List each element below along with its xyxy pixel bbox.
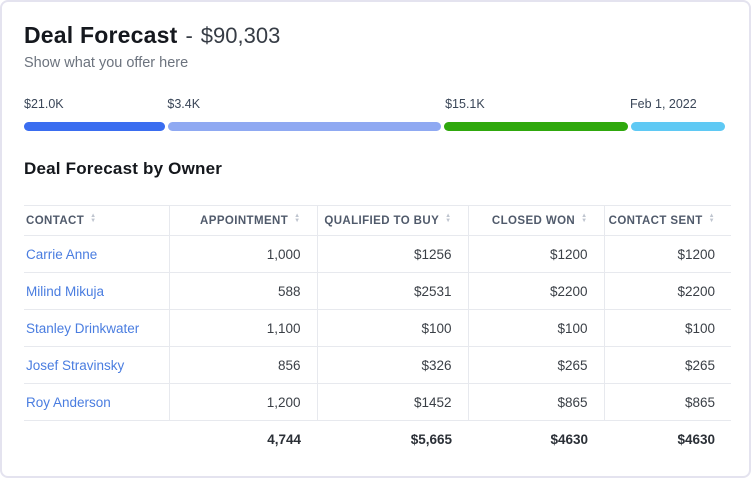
- cell-qualified-to-buy: $1256: [317, 236, 468, 273]
- cell-appointment: 1,100: [169, 310, 317, 347]
- column-header-closed-won[interactable]: Closed Won▲▼: [468, 206, 604, 236]
- table-row: Milind Mikuja 588 $2531 $2200 $2200: [24, 273, 731, 310]
- total-contact-sent: $4630: [604, 421, 731, 458]
- sort-icon[interactable]: ▲▼: [294, 214, 300, 224]
- table-row: Carrie Anne 1,000 $1256 $1200 $1200: [24, 236, 731, 273]
- column-header-contact-sent[interactable]: Contact Sent▲▼: [604, 206, 731, 236]
- progress-segment-3[interactable]: [444, 122, 627, 131]
- cell-contact-sent: $265: [604, 347, 731, 384]
- totals-empty-cell: [24, 421, 169, 458]
- cell-closed-won: $100: [468, 310, 604, 347]
- table-totals-row: 4,744 $5,665 $4630 $4630: [24, 421, 731, 458]
- cell-closed-won: $865: [468, 384, 604, 421]
- column-header-appointment[interactable]: Appointment▲▼: [169, 206, 317, 236]
- forecast-progress: $21.0K $3.4K $15.1K Feb 1, 2022: [24, 97, 727, 131]
- table-row: Stanley Drinkwater 1,100 $100 $100 $100: [24, 310, 731, 347]
- table-row: Roy Anderson 1,200 $1452 $865 $865: [24, 384, 731, 421]
- cell-qualified-to-buy: $100: [317, 310, 468, 347]
- progress-segment-4[interactable]: [631, 122, 726, 131]
- cell-qualified-to-buy: $2531: [317, 273, 468, 310]
- segment-label-1: $21.0K: [24, 97, 64, 111]
- title-separator: -: [185, 23, 192, 49]
- cell-contact-sent: $2200: [604, 273, 731, 310]
- column-header-qualified-to-buy[interactable]: Qualified to Buy▲▼: [317, 206, 468, 236]
- progress-segment-1[interactable]: [24, 122, 165, 131]
- forecast-amount: $90,303: [201, 23, 281, 49]
- page-subtitle: Show what you offer here: [24, 55, 727, 71]
- cell-appointment: 588: [169, 273, 317, 310]
- progress-bar: [24, 122, 727, 131]
- page-title: Deal Forecast: [24, 22, 177, 49]
- cell-closed-won: $265: [468, 347, 604, 384]
- segment-label-3: $15.1K: [445, 97, 485, 111]
- sort-icon[interactable]: ▲▼: [709, 214, 715, 224]
- sort-icon[interactable]: ▲▼: [90, 214, 96, 224]
- table-header-row: Contact▲▼ Appointment▲▼ Qualified to Buy…: [24, 206, 731, 236]
- segment-label-2: $3.4K: [167, 97, 200, 111]
- contact-link[interactable]: Roy Anderson: [26, 395, 111, 410]
- cell-closed-won: $1200: [468, 236, 604, 273]
- contact-link[interactable]: Stanley Drinkwater: [26, 321, 139, 336]
- cell-qualified-to-buy: $326: [317, 347, 468, 384]
- cell-closed-won: $2200: [468, 273, 604, 310]
- segment-label-4: Feb 1, 2022: [630, 97, 697, 111]
- deal-forecast-table: Contact▲▼ Appointment▲▼ Qualified to Buy…: [24, 205, 731, 458]
- cell-appointment: 856: [169, 347, 317, 384]
- sort-icon[interactable]: ▲▼: [581, 214, 587, 224]
- page-title-line: Deal Forecast - $90,303: [24, 22, 727, 49]
- contact-link[interactable]: Carrie Anne: [26, 247, 97, 262]
- sort-icon[interactable]: ▲▼: [445, 214, 451, 224]
- cell-contact-sent: $100: [604, 310, 731, 347]
- contact-link[interactable]: Milind Mikuja: [26, 284, 104, 299]
- deal-forecast-card: Deal Forecast - $90,303 Show what you of…: [0, 0, 751, 478]
- cell-contact-sent: $865: [604, 384, 731, 421]
- cell-appointment: 1,200: [169, 384, 317, 421]
- cell-appointment: 1,000: [169, 236, 317, 273]
- column-header-contact[interactable]: Contact▲▼: [24, 206, 169, 236]
- total-closed-won: $4630: [468, 421, 604, 458]
- cell-contact-sent: $1200: [604, 236, 731, 273]
- progress-segment-2[interactable]: [168, 122, 441, 131]
- total-qualified-to-buy: $5,665: [317, 421, 468, 458]
- total-appointment: 4,744: [169, 421, 317, 458]
- table-row: Josef Stravinsky 856 $326 $265 $265: [24, 347, 731, 384]
- table-title: Deal Forecast by Owner: [24, 159, 727, 179]
- contact-link[interactable]: Josef Stravinsky: [26, 358, 124, 373]
- cell-qualified-to-buy: $1452: [317, 384, 468, 421]
